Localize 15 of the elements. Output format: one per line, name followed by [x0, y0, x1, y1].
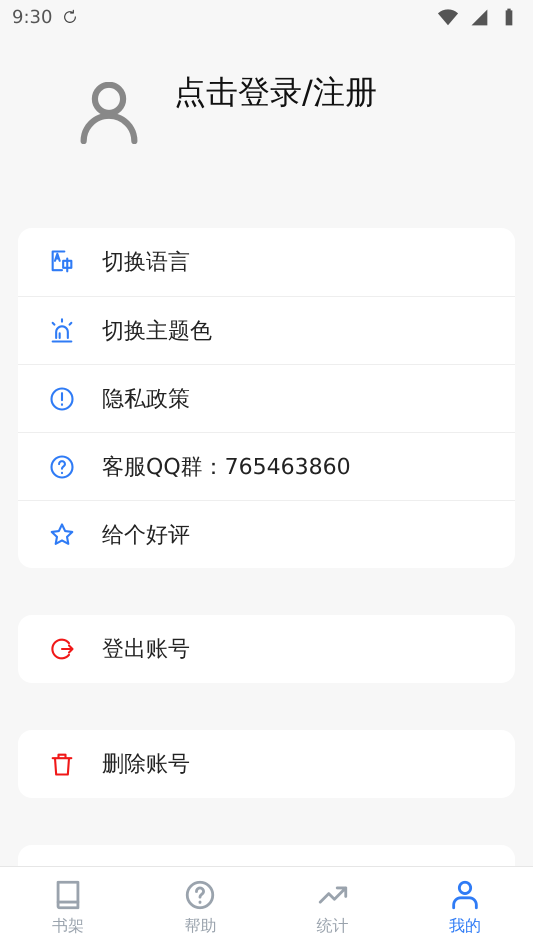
menu-item[interactable]: 客服QQ群：765463860	[18, 432, 515, 500]
status-time: 9:30	[12, 6, 52, 28]
avatar-icon	[78, 82, 140, 144]
signal-icon	[469, 7, 489, 27]
nav-tab[interactable]: 我的	[414, 867, 515, 948]
menu-item[interactable]: 给个好评	[18, 500, 515, 568]
sync-icon	[62, 9, 78, 25]
menu-item[interactable]: 删除账号	[18, 730, 515, 798]
menu-item[interactable]: 切换主题色	[18, 296, 515, 364]
login-link[interactable]: 点击登录/注册	[174, 71, 377, 115]
menu-item[interactable]: 切换语言	[18, 228, 515, 296]
info-icon	[48, 384, 76, 412]
menu-item[interactable]: 隐私政策	[18, 364, 515, 432]
help-icon	[48, 452, 76, 480]
menu-item[interactable]: 登出账号	[18, 615, 515, 683]
